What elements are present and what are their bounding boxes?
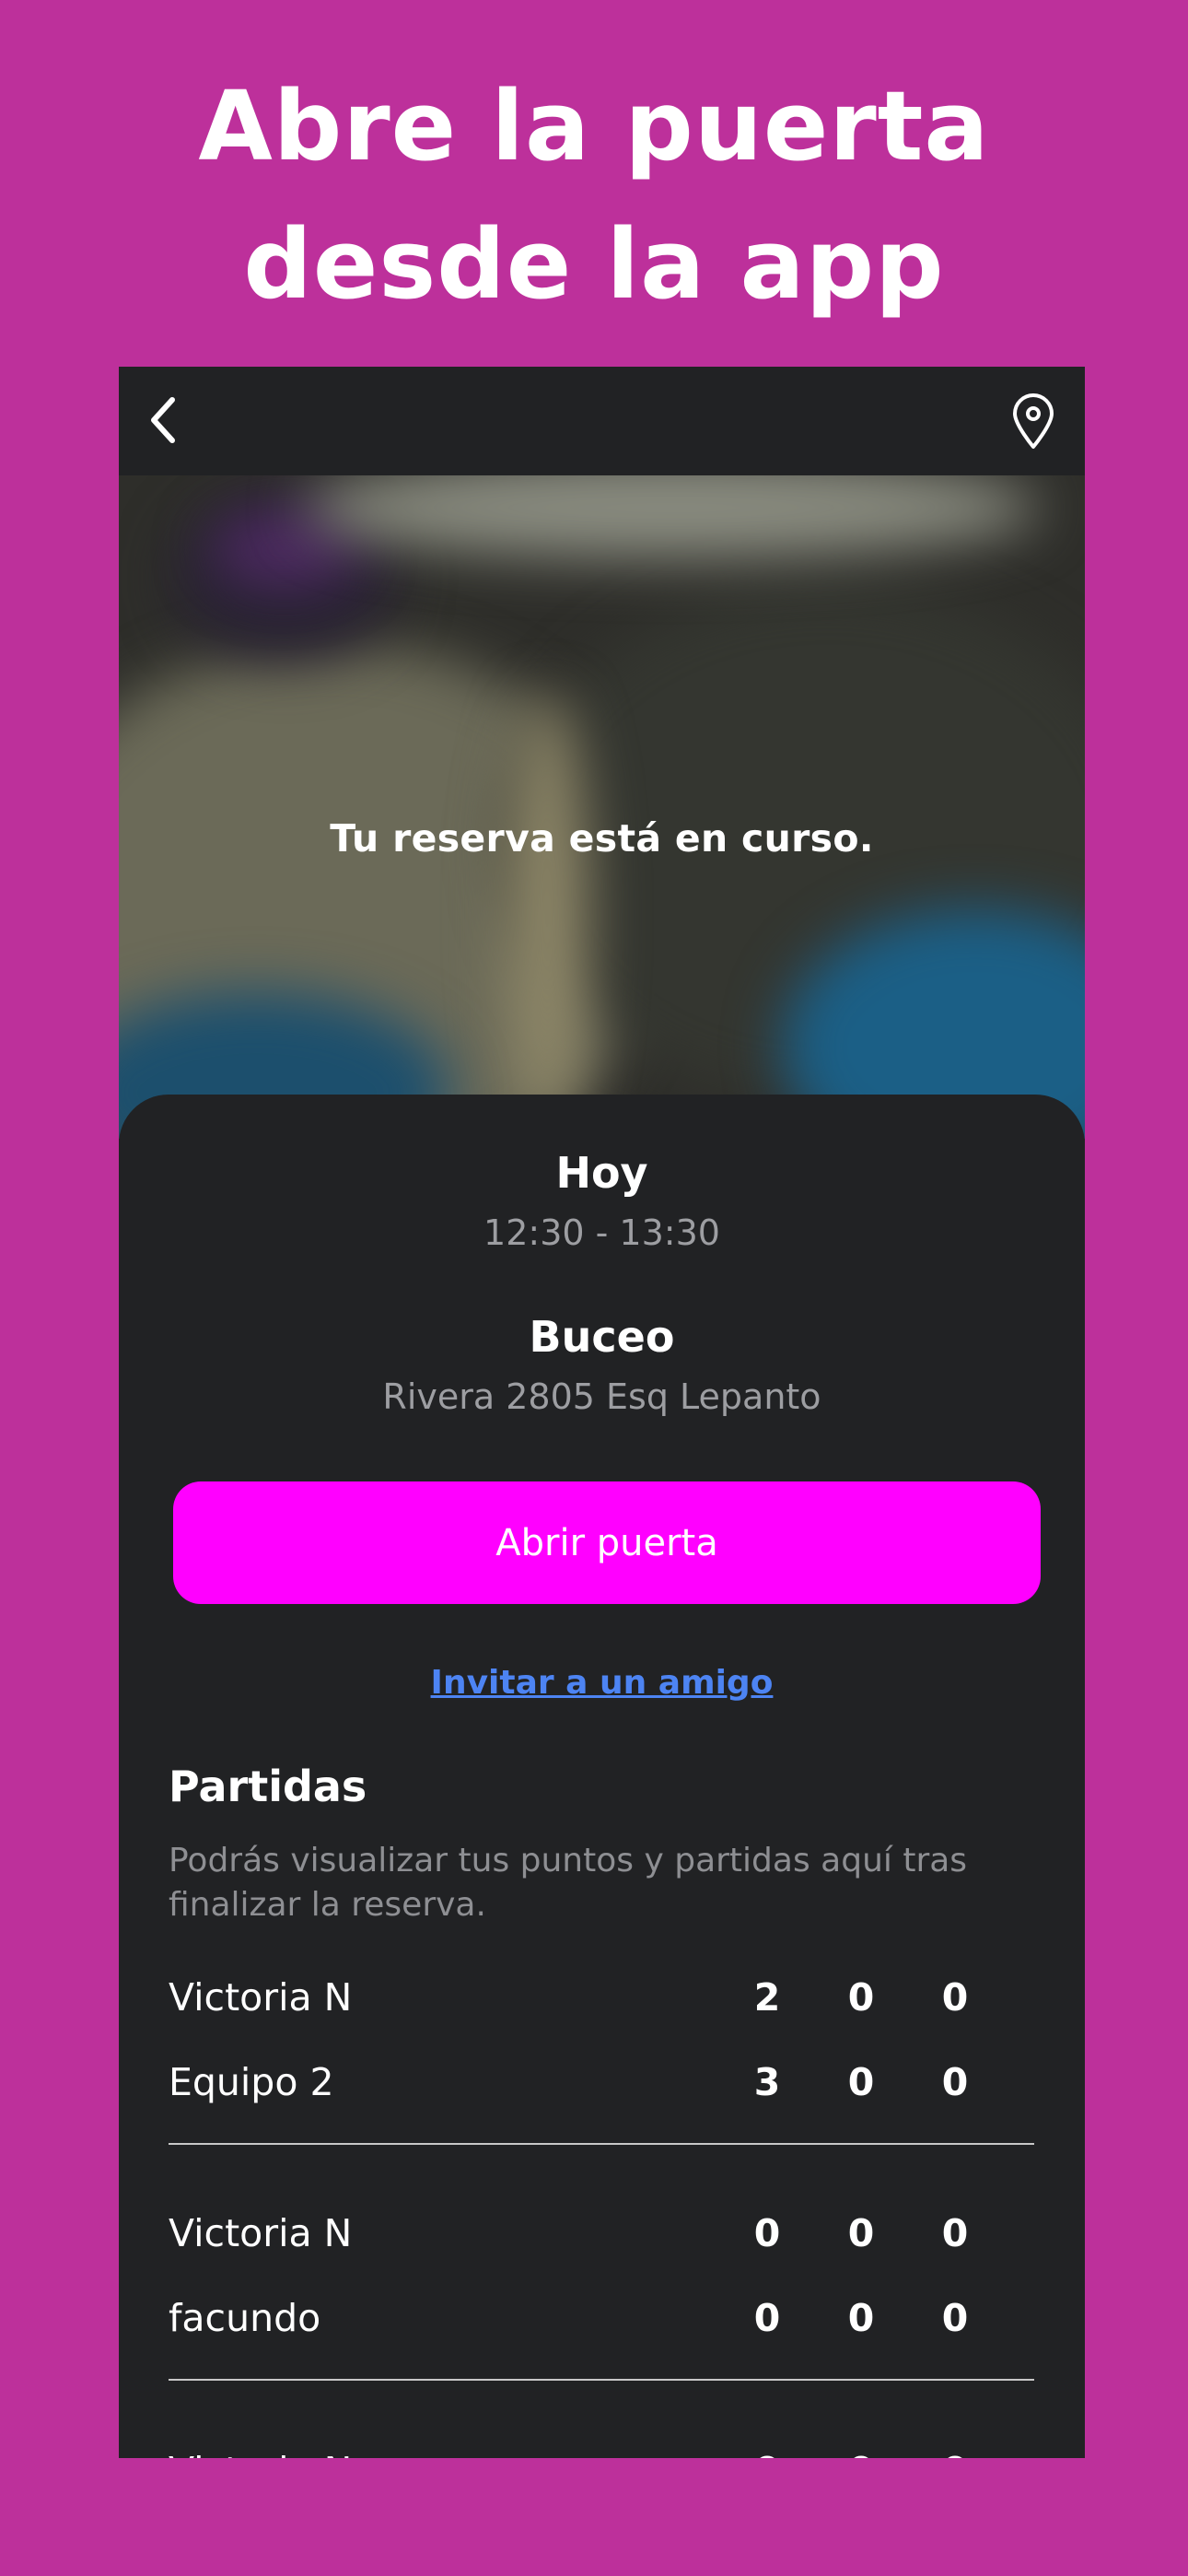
matches-description: Podrás visualizar tus puntos y partidas … [169, 1842, 968, 1924]
photo-blur-shape [506, 697, 588, 1139]
set-score: 0 [941, 2211, 969, 2255]
set-score: 0 [941, 2060, 969, 2104]
match-divider [169, 2379, 1034, 2381]
match-row: facundo 0 0 0 [169, 2296, 1034, 2351]
set-score: 2 [753, 1975, 781, 2020]
set-score: 0 [941, 1975, 969, 2020]
player-name: Victoria N [169, 2449, 352, 2458]
player-name: Victoria N [169, 2211, 353, 2255]
booking-sport: Buceo [529, 1312, 675, 1362]
set-score: 0 [753, 2296, 781, 2340]
player-name: Equipo 2 [169, 2060, 334, 2104]
promo-headline-line-2: desde la app [243, 208, 945, 321]
map-pin-icon [1013, 393, 1054, 449]
back-button[interactable] [135, 392, 191, 448]
booking-sheet: Hoy 12:30 - 13:30 Buceo Rivera 2805 Esq … [119, 1095, 1085, 2458]
set-score: 0 [833, 2449, 889, 2458]
promo-headline: Abre la puerta desde la app [0, 57, 1188, 334]
player-name: Victoria N [169, 1975, 353, 2020]
open-door-label: Abrir puerta [495, 1521, 718, 1564]
match-row: Equipo 2 3 0 0 [169, 2060, 1034, 2115]
booking-day: Hoy [555, 1148, 648, 1198]
player-name: facundo [169, 2296, 321, 2340]
set-score: 3 [753, 2060, 781, 2104]
court-photo: Tu reserva está en curso. [119, 475, 1085, 1139]
matches-title: Partidas [169, 1762, 367, 1811]
set-score: 0 [847, 2060, 875, 2104]
booking-address: Rivera 2805 Esq Lepanto [382, 1376, 821, 1417]
invite-friend-link[interactable]: Invitar a un amigo [119, 1664, 1085, 1702]
photo-blur-shape [303, 475, 1040, 558]
app-screen: Tu reserva está en curso. Hoy 12:30 - 13… [119, 367, 1085, 2458]
chevron-left-icon [151, 397, 175, 443]
open-door-button[interactable]: Abrir puerta [173, 1481, 1041, 1604]
set-score: 0 [753, 2211, 781, 2255]
booking-time: 12:30 - 13:30 [483, 1212, 720, 1253]
set-score: 0 [740, 2449, 795, 2458]
location-button[interactable] [1006, 391, 1061, 453]
promo-headline-line-1: Abre la puerta [198, 70, 990, 182]
match-row: Victoria N 0 0 0 [169, 2211, 1034, 2266]
match-row: Victoria N 2 0 0 [169, 1975, 1034, 2031]
top-bar [119, 367, 1085, 475]
set-score: 0 [847, 2296, 875, 2340]
match-row: Victoria N 0 0 0 [169, 2449, 1034, 2458]
reservation-status: Tu reserva está en curso. [330, 816, 874, 861]
set-score: 0 [941, 2296, 969, 2340]
match-divider [169, 2143, 1034, 2145]
set-score: 0 [927, 2449, 983, 2458]
set-score: 0 [847, 1975, 875, 2020]
set-score: 0 [847, 2211, 875, 2255]
